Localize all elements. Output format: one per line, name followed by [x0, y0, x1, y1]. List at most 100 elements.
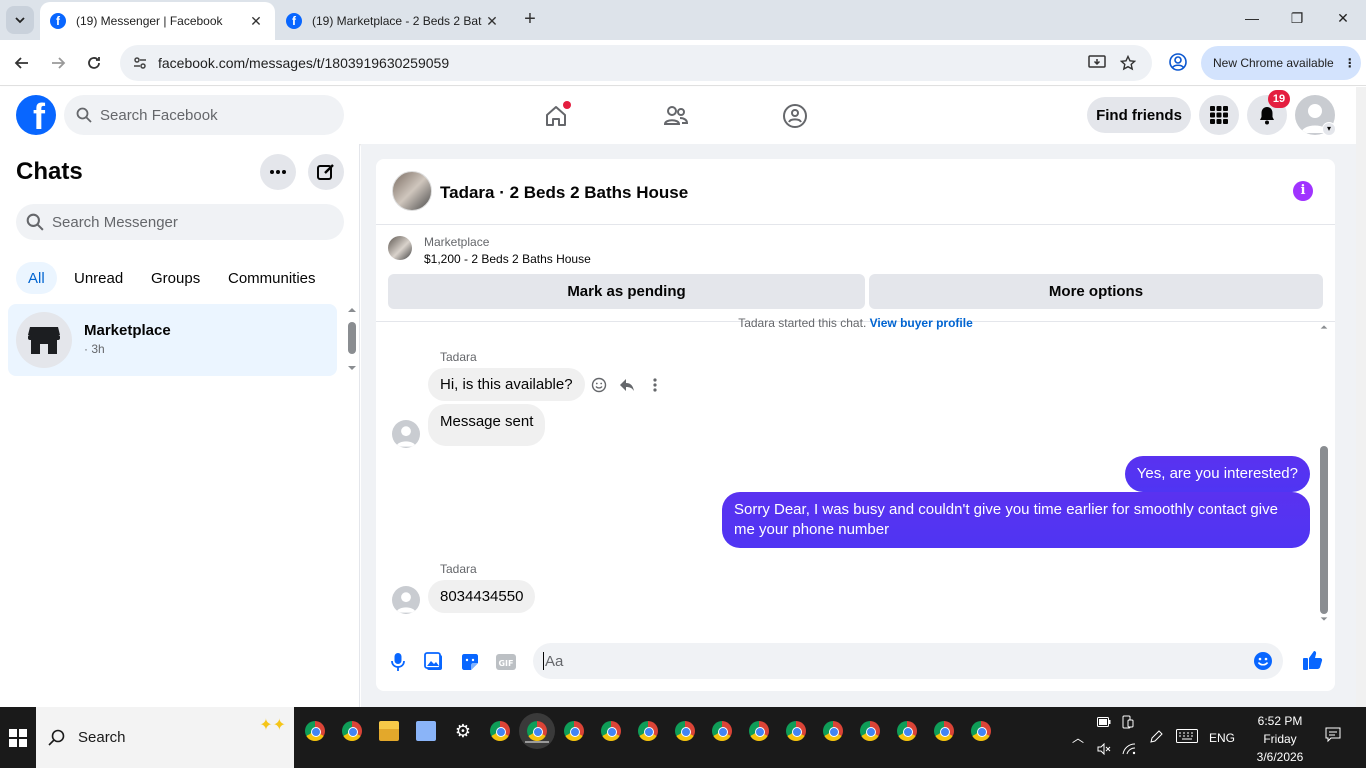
message-bubble-outgoing[interactable]: Yes, are you interested?: [1124, 456, 1310, 492]
filter-all[interactable]: All: [16, 262, 57, 294]
taskbar-chrome[interactable]: [342, 721, 362, 741]
close-window-button[interactable]: ✕: [1333, 10, 1353, 27]
listing-thumbnail[interactable]: [388, 236, 412, 260]
input-language[interactable]: ENG: [1209, 731, 1235, 745]
info-icon[interactable]: i: [1293, 181, 1313, 201]
photo-icon[interactable]: [423, 651, 445, 673]
start-button[interactable]: [0, 707, 36, 768]
message-bubble-outgoing[interactable]: Sorry Dear, I was busy and couldn't give…: [722, 492, 1310, 548]
battery-icon[interactable]: [1097, 717, 1111, 727]
taskbar-chrome[interactable]: [564, 721, 584, 741]
message-scroll-thumb[interactable]: [1320, 446, 1328, 614]
network-icon[interactable]: [1122, 743, 1136, 755]
minimize-window-button[interactable]: —: [1242, 10, 1262, 26]
facebook-search-input[interactable]: Search Facebook: [64, 95, 344, 135]
file-explorer-icon[interactable]: [379, 721, 399, 741]
taskbar-chrome[interactable]: [786, 721, 806, 741]
chevron-up-icon[interactable]: ︿: [1072, 729, 1084, 746]
chat-list-scroll-thumb[interactable]: [348, 322, 356, 354]
taskbar-chrome[interactable]: [305, 721, 325, 741]
filter-communities[interactable]: Communities: [216, 262, 328, 294]
more-options-button[interactable]: More options: [869, 274, 1323, 309]
taskbar-clock[interactable]: 6:52 PM Friday 3/6/2026: [1244, 712, 1316, 766]
nav-groups[interactable]: [780, 101, 810, 131]
taskbar-search[interactable]: Search ✦✦: [36, 707, 294, 768]
browser-tab-messenger[interactable]: f (19) Messenger | Facebook ✕: [40, 2, 275, 40]
close-tab-icon[interactable]: ✕: [247, 13, 265, 30]
taskbar-chrome[interactable]: [823, 721, 843, 741]
settings-gear-icon[interactable]: ⚙: [453, 721, 473, 741]
system-note: Tadara started this chat. View buyer pro…: [376, 316, 1335, 330]
reload-button[interactable]: [83, 52, 105, 74]
view-buyer-profile-link[interactable]: View buyer profile: [870, 316, 973, 330]
browser-tab-marketplace[interactable]: f (19) Marketplace - 2 Beds 2 Bat ✕: [276, 2, 511, 40]
taskbar-chrome[interactable]: [749, 721, 769, 741]
find-friends-button[interactable]: Find friends: [1087, 97, 1191, 133]
volume-muted-icon[interactable]: [1097, 743, 1111, 755]
chrome-profile-button[interactable]: [1168, 52, 1188, 72]
filter-unread[interactable]: Unread: [62, 262, 135, 294]
messenger-search-input[interactable]: Search Messenger: [16, 204, 344, 240]
notepad-icon[interactable]: [416, 721, 436, 741]
sticker-icon[interactable]: [459, 651, 481, 673]
sender-avatar[interactable]: [392, 420, 420, 448]
bookmark-star-icon[interactable]: [1120, 55, 1136, 71]
keyboard-icon[interactable]: [1176, 729, 1198, 743]
filter-groups[interactable]: Groups: [139, 262, 212, 294]
taskbar-chrome[interactable]: [971, 721, 991, 741]
chat-options-button[interactable]: [260, 154, 296, 190]
close-tab-icon[interactable]: ✕: [483, 13, 501, 30]
message-scrollbar[interactable]: [1317, 321, 1331, 626]
taskbar-chrome[interactable]: [934, 721, 954, 741]
forward-button[interactable]: [47, 52, 69, 74]
new-message-button[interactable]: [308, 154, 344, 190]
chevron-down-icon[interactable]: ▾: [1322, 122, 1336, 136]
install-app-icon[interactable]: [1088, 55, 1106, 71]
notifications-button[interactable]: 19: [1247, 90, 1290, 135]
more-vert-icon[interactable]: [644, 374, 666, 396]
pen-icon[interactable]: [1148, 729, 1164, 745]
message-bubble[interactable]: 8034434550: [428, 580, 536, 613]
message-bubble[interactable]: Message sent: [428, 404, 546, 446]
taskbar-chrome[interactable]: [601, 721, 621, 741]
address-bar[interactable]: facebook.com/messages/t/1803919630259059: [120, 45, 1152, 81]
chat-list-scrollbar[interactable]: [346, 306, 358, 376]
taskbar-chrome[interactable]: [675, 721, 695, 741]
taskbar-chrome[interactable]: [897, 721, 917, 741]
site-info-icon[interactable]: [130, 55, 150, 71]
restore-window-button[interactable]: ❐: [1287, 10, 1307, 27]
react-emoji-icon[interactable]: [588, 374, 610, 396]
message-bubble[interactable]: Hi, is this available?: [428, 368, 585, 401]
microphone-icon[interactable]: [387, 651, 409, 673]
mark-as-pending-button[interactable]: Mark as pending: [388, 274, 865, 309]
back-button[interactable]: [11, 52, 33, 74]
emoji-icon[interactable]: [1253, 651, 1273, 671]
taskbar-chrome-active[interactable]: [527, 721, 547, 741]
gif-icon[interactable]: GIF: [495, 651, 517, 673]
chrome-update-button[interactable]: New Chrome available ⋮: [1201, 46, 1361, 80]
message-input[interactable]: Aa: [533, 643, 1283, 679]
reply-icon[interactable]: [616, 374, 638, 396]
menu-button[interactable]: [1199, 95, 1239, 135]
text-caret: [543, 652, 544, 670]
thumbs-up-icon[interactable]: [1302, 649, 1324, 671]
conversation-avatar[interactable]: [392, 171, 432, 211]
sender-avatar[interactable]: [392, 586, 420, 614]
taskbar-chrome[interactable]: [490, 721, 510, 741]
nav-home[interactable]: [541, 101, 571, 131]
listing-title[interactable]: $1,200 - 2 Beds 2 Baths House: [424, 252, 591, 266]
new-tab-button[interactable]: +: [518, 8, 542, 32]
phone-link-icon[interactable]: [1122, 715, 1134, 729]
notification-center-icon[interactable]: [1325, 727, 1341, 743]
conversation-title[interactable]: Tadara · 2 Beds 2 Baths House: [440, 183, 688, 203]
home-notification-dot: [563, 101, 571, 109]
tab-search-button[interactable]: [6, 6, 34, 34]
taskbar-chrome[interactable]: [712, 721, 732, 741]
taskbar-chrome[interactable]: [860, 721, 880, 741]
url-text[interactable]: facebook.com/messages/t/1803919630259059: [158, 55, 449, 71]
nav-friends[interactable]: [661, 101, 691, 131]
taskbar-chrome[interactable]: [638, 721, 658, 741]
page-scrollbar[interactable]: [1356, 87, 1366, 707]
facebook-logo[interactable]: f: [16, 95, 56, 135]
chat-item-marketplace[interactable]: Marketplace · 3h: [8, 304, 337, 376]
